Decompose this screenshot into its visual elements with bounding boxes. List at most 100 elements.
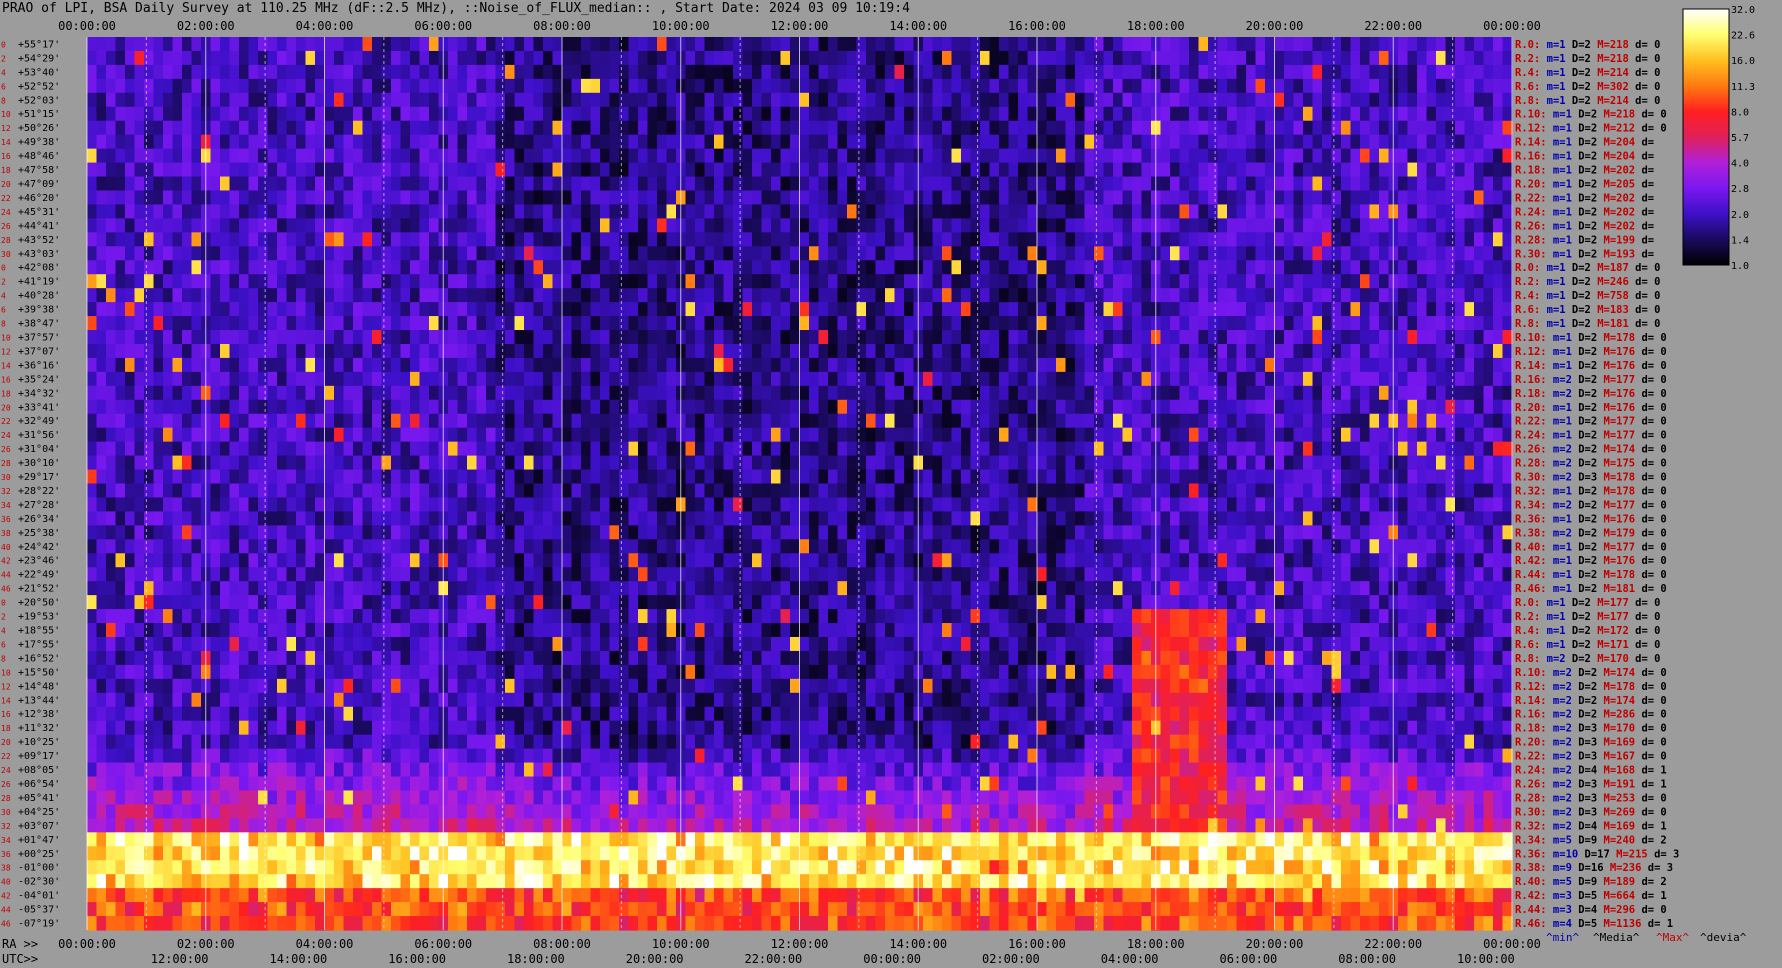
heat-cell bbox=[286, 371, 297, 387]
heat-cell bbox=[419, 497, 430, 512]
heat-cell bbox=[875, 399, 886, 415]
heat-cell bbox=[381, 413, 392, 429]
heat-cell bbox=[1284, 260, 1295, 275]
heat-cell bbox=[1160, 385, 1171, 401]
heat-cell bbox=[1398, 176, 1409, 192]
heat-cell bbox=[828, 120, 839, 136]
heat-cell bbox=[1046, 316, 1057, 331]
heat-cell bbox=[980, 399, 991, 415]
heat-cell bbox=[486, 316, 497, 331]
heat-cell bbox=[1426, 302, 1437, 317]
heat-cell bbox=[714, 330, 725, 345]
heat-cell bbox=[1483, 246, 1494, 261]
heat-cell bbox=[695, 455, 706, 471]
heat-cell bbox=[828, 302, 839, 317]
heat-cell bbox=[885, 106, 896, 122]
heat-cell bbox=[1170, 232, 1181, 247]
heat-cell bbox=[666, 50, 677, 66]
heat-cell bbox=[1189, 232, 1200, 247]
heat-cell bbox=[353, 204, 364, 219]
heat-cell bbox=[904, 148, 915, 164]
heat-cell bbox=[742, 302, 753, 317]
heat-cell bbox=[533, 316, 544, 331]
heat-cell bbox=[552, 371, 563, 387]
heat-cell bbox=[1483, 260, 1494, 275]
heat-cell bbox=[752, 64, 763, 80]
heat-cell bbox=[258, 274, 269, 289]
heat-cell bbox=[1417, 37, 1428, 52]
heat-cell bbox=[505, 176, 516, 192]
heat-cell bbox=[324, 106, 335, 122]
heat-cell bbox=[1331, 120, 1342, 136]
heat-cell bbox=[1398, 162, 1409, 178]
heat-cell bbox=[1502, 37, 1513, 52]
heat-cell bbox=[524, 413, 535, 429]
heat-cell bbox=[1122, 246, 1133, 261]
heat-cell bbox=[818, 162, 829, 178]
heat-cell bbox=[647, 469, 658, 485]
heat-cell bbox=[799, 176, 810, 192]
heat-cell bbox=[714, 288, 725, 303]
heat-cell bbox=[210, 50, 221, 66]
heat-cell bbox=[1084, 78, 1095, 94]
heat-cell bbox=[885, 260, 896, 275]
heat-cell bbox=[761, 148, 772, 164]
heat-cell bbox=[809, 78, 820, 94]
heat-cell bbox=[1474, 483, 1485, 499]
heat-cell bbox=[362, 64, 373, 80]
heat-cell bbox=[410, 260, 421, 275]
heat-cell bbox=[1094, 204, 1105, 219]
heat-cell bbox=[638, 441, 649, 457]
heat-cell bbox=[448, 330, 459, 345]
heat-cell bbox=[229, 441, 240, 457]
heat-cell bbox=[381, 399, 392, 415]
heat-cell bbox=[1208, 357, 1219, 373]
heat-cell bbox=[467, 134, 478, 150]
heat-cell bbox=[1265, 385, 1276, 401]
heat-cell bbox=[1369, 302, 1380, 317]
heat-cell bbox=[248, 371, 259, 387]
heat-cell bbox=[1407, 274, 1418, 289]
heat-cell bbox=[1493, 441, 1504, 457]
heat-cell bbox=[1303, 302, 1314, 317]
heat-cell bbox=[524, 455, 535, 471]
heat-cell bbox=[248, 260, 259, 275]
heat-cell bbox=[714, 106, 725, 122]
heat-cell bbox=[400, 371, 411, 387]
heat-cell bbox=[381, 148, 392, 164]
heat-cell bbox=[1360, 246, 1371, 261]
heat-cell bbox=[96, 302, 107, 317]
heat-cell bbox=[875, 483, 886, 499]
heat-cell bbox=[87, 134, 98, 150]
heat-cell bbox=[847, 469, 858, 485]
heat-cell bbox=[372, 357, 383, 373]
heat-cell bbox=[229, 120, 240, 136]
heat-cell bbox=[1198, 469, 1209, 485]
heat-cell bbox=[362, 78, 373, 94]
heat-cell bbox=[163, 50, 174, 66]
heat-cell bbox=[1113, 246, 1124, 261]
heat-cell bbox=[590, 427, 601, 443]
heat-cell bbox=[419, 162, 430, 178]
heat-cell bbox=[229, 134, 240, 150]
heat-cell bbox=[1341, 399, 1352, 415]
heat-cell bbox=[742, 274, 753, 289]
heat-cell bbox=[723, 413, 734, 429]
heat-cell bbox=[790, 427, 801, 443]
heat-cell bbox=[609, 218, 620, 233]
heat-cell bbox=[533, 260, 544, 275]
heat-cell bbox=[790, 190, 801, 206]
heat-cell bbox=[1217, 427, 1228, 443]
heat-cell bbox=[1046, 204, 1057, 219]
heat-cell bbox=[904, 413, 915, 429]
heat-cell bbox=[106, 455, 117, 471]
heat-cell bbox=[191, 190, 202, 206]
heat-cell bbox=[799, 330, 810, 345]
heat-cell bbox=[505, 427, 516, 443]
heat-cell bbox=[1179, 162, 1190, 178]
heat-cell bbox=[590, 302, 601, 317]
heat-cell bbox=[951, 218, 962, 233]
heat-cell bbox=[714, 92, 725, 108]
heat-cell bbox=[1037, 148, 1048, 164]
heat-cell bbox=[1084, 330, 1095, 345]
